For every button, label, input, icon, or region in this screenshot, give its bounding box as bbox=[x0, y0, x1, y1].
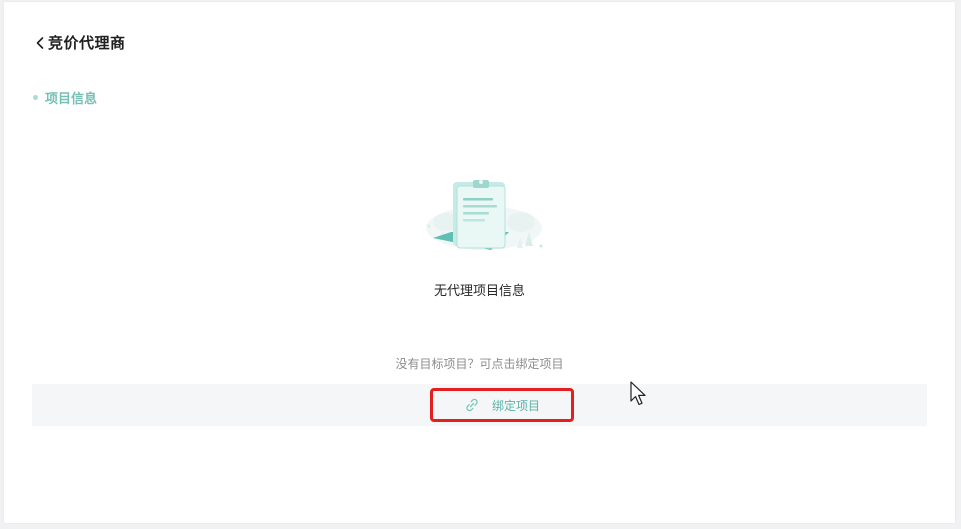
link-icon bbox=[466, 398, 478, 412]
chevron-left-icon[interactable] bbox=[34, 34, 46, 52]
section-header: 项目信息 bbox=[33, 88, 97, 107]
page-title: 竞价代理商 bbox=[48, 34, 126, 52]
empty-state-title: 无代理项目信息 bbox=[433, 284, 525, 299]
section-dot bbox=[33, 95, 38, 100]
bind-project-button[interactable]: 绑定项目 bbox=[430, 388, 574, 422]
mouse-cursor-icon bbox=[630, 381, 646, 406]
empty-state-hint: 没有目标项目？可点击绑定项目 bbox=[395, 357, 564, 371]
back-header[interactable]: 竞价代理商 bbox=[34, 32, 126, 53]
bind-bar: 绑定项目 bbox=[32, 384, 927, 426]
bind-project-label: 绑定项目 bbox=[491, 398, 540, 413]
section-title: 项目信息 bbox=[45, 92, 98, 107]
main-card: 竞价代理商 项目信息 无代理项目信息 没有目标项目？可点击绑定项目 绑定项目 bbox=[4, 2, 955, 523]
clipboard-document-icon bbox=[426, 180, 543, 250]
